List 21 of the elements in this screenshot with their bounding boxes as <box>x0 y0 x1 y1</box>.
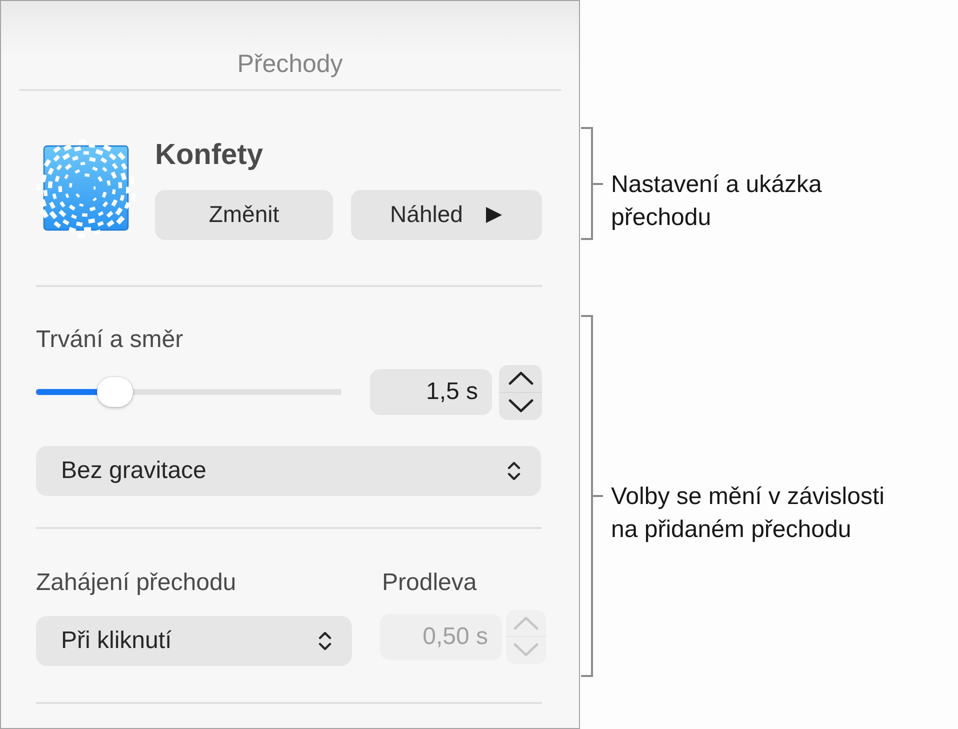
duration-field[interactable]: 1,5 s <box>370 369 492 415</box>
preview-button[interactable]: Náhled <box>351 190 542 240</box>
start-popup[interactable]: Při kliknutí <box>36 616 352 666</box>
chevron-up-icon <box>508 371 534 385</box>
chevron-up-icon <box>513 616 539 630</box>
gravity-popup[interactable]: Bez gravitace <box>36 446 541 496</box>
chevron-down-icon <box>513 643 539 658</box>
confetti-icon <box>36 138 136 238</box>
updown-chevron-icon <box>318 630 332 652</box>
callout-text: Volby se mění v závislosti na přidaném přechodu <box>611 482 884 544</box>
callout-text: Nastavení a ukázka přechodu <box>611 170 822 232</box>
updown-chevron-icon <box>507 460 521 482</box>
chevron-down-icon <box>508 399 534 413</box>
section-label: Trvání a směr <box>36 326 184 354</box>
change-button[interactable]: Změnit <box>155 190 333 240</box>
section-label: Zahájení přechodu <box>36 568 238 596</box>
panel-title: Přechody <box>237 49 343 79</box>
delay-label: Prodleva <box>381 568 478 596</box>
slider-thumb[interactable] <box>97 377 134 407</box>
play-icon <box>484 206 503 224</box>
transition-name: Konfety <box>155 138 264 172</box>
